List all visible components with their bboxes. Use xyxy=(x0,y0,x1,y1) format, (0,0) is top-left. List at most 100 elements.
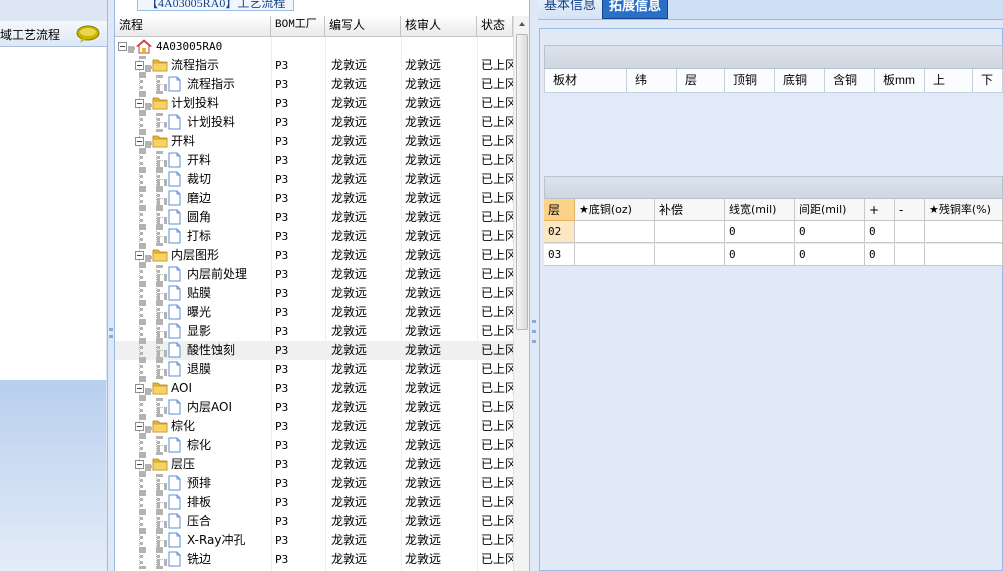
tree-row[interactable]: X-Ray冲孔 P3 龙敦远 龙敦远 已上冈 xyxy=(115,531,513,550)
tree-row[interactable]: 酸性蚀刻 P3 龙敦远 龙敦远 已上冈 xyxy=(115,341,513,360)
layer-table-row[interactable]: 03 0 0 0 xyxy=(544,244,1003,266)
material-column-header[interactable]: 上 xyxy=(925,69,973,92)
layer-table-cell[interactable] xyxy=(575,221,655,243)
tree-node[interactable]: 退膜 xyxy=(115,360,269,379)
tree-row[interactable]: 内层AOI P3 龙敦远 龙敦远 已上冈 xyxy=(115,398,513,417)
tree-node[interactable]: 开料 xyxy=(115,132,269,151)
collapse-toggle-icon[interactable] xyxy=(135,384,144,393)
layer-table-cell[interactable] xyxy=(925,221,1003,243)
layer-table-cell[interactable]: 0 xyxy=(795,244,865,266)
tree-vertical-scrollbar[interactable] xyxy=(513,16,529,571)
layer-table-cell[interactable] xyxy=(895,221,925,243)
tab-extended-info[interactable]: 拓展信息 xyxy=(602,0,669,19)
tree-node[interactable]: 排板 xyxy=(115,493,269,512)
scroll-up-arrow-icon[interactable] xyxy=(516,18,528,30)
collapse-toggle-icon[interactable] xyxy=(135,251,144,260)
layer-table-cell[interactable]: 0 xyxy=(865,244,895,266)
tree-row[interactable]: 贴膜 P3 龙敦远 龙敦远 已上冈 xyxy=(115,284,513,303)
material-column-header[interactable]: 含铜 xyxy=(825,69,875,92)
column-header-writer[interactable]: 编写人 xyxy=(325,16,401,37)
collapse-toggle-icon[interactable] xyxy=(135,99,144,108)
layer-table-cell[interactable] xyxy=(895,244,925,266)
material-column-header[interactable]: 纬 xyxy=(627,69,677,92)
layer-table-cell[interactable] xyxy=(655,221,725,243)
tree-row[interactable]: 压合 P3 龙敦远 龙敦远 已上冈 xyxy=(115,512,513,531)
tree-node[interactable]: 4A03005RA0 xyxy=(115,37,269,56)
tree-row[interactable]: 预排 P3 龙敦远 龙敦远 已上冈 xyxy=(115,474,513,493)
layer-table-cell[interactable]: 0 xyxy=(865,221,895,243)
tree-node[interactable]: 圆角 xyxy=(115,208,269,227)
layer-table-cell[interactable]: 0 xyxy=(725,244,795,266)
tree-node[interactable]: 压合 xyxy=(115,512,269,531)
layer-column-header[interactable]: ★残铜率(%) xyxy=(925,199,1003,221)
layer-table-cell[interactable]: 03 xyxy=(544,244,575,266)
layer-table-cell[interactable] xyxy=(655,244,725,266)
tree-row[interactable]: 计划投料 P3 龙敦远 龙敦远 已上冈 xyxy=(115,94,513,113)
tree-row[interactable]: 棕化 P3 龙敦远 龙敦远 已上冈 xyxy=(115,436,513,455)
tree-row[interactable]: 裁切 P3 龙敦远 龙敦远 已上冈 xyxy=(115,170,513,189)
tree-row[interactable]: 排板 P3 龙敦远 龙敦远 已上冈 xyxy=(115,493,513,512)
tree-node[interactable]: 贴膜 xyxy=(115,284,269,303)
tree-node[interactable]: 铣边 xyxy=(115,550,269,569)
tree-row[interactable]: 开料 P3 龙敦远 龙敦远 已上冈 xyxy=(115,132,513,151)
column-header-bom[interactable]: BOM工厂 xyxy=(271,16,325,37)
tree-node[interactable]: 计划投料 xyxy=(115,113,269,132)
tree-node[interactable]: 内层前处理 xyxy=(115,265,269,284)
chat-bubble-icon[interactable] xyxy=(76,25,100,43)
right-splitter[interactable] xyxy=(531,0,538,571)
layer-column-header[interactable]: + xyxy=(865,199,895,221)
tree-node[interactable]: 计划投料 xyxy=(115,94,269,113)
material-column-header[interactable]: 层 xyxy=(677,69,725,92)
tree-node[interactable]: 预排 xyxy=(115,474,269,493)
layer-table-cell[interactable] xyxy=(925,244,1003,266)
collapse-toggle-icon[interactable] xyxy=(135,137,144,146)
material-column-header[interactable]: 板材 xyxy=(545,69,627,92)
layer-table-row[interactable]: 02 0 0 0 xyxy=(544,221,1003,243)
tree-node[interactable]: 流程指示 xyxy=(115,56,269,75)
tree-node[interactable]: 曝光 xyxy=(115,303,269,322)
tree-node[interactable]: AOI xyxy=(115,379,269,398)
collapse-toggle-icon[interactable] xyxy=(135,61,144,70)
tree-row[interactable]: 曝光 P3 龙敦远 龙敦远 已上冈 xyxy=(115,303,513,322)
layer-table-cell[interactable]: 0 xyxy=(795,221,865,243)
tree-row[interactable]: 退膜 P3 龙敦远 龙敦远 已上冈 xyxy=(115,360,513,379)
tree-node[interactable]: 裁切 xyxy=(115,170,269,189)
tree-node[interactable]: 层压 xyxy=(115,455,269,474)
layer-table-cell[interactable]: 02 xyxy=(544,221,575,243)
collapse-toggle-icon[interactable] xyxy=(135,460,144,469)
tab-basic-info[interactable]: 基本信息 xyxy=(538,0,604,19)
layer-table-cell[interactable] xyxy=(575,244,655,266)
tree-node[interactable]: X-Ray冲孔 xyxy=(115,531,269,550)
tree-row[interactable]: 内层前处理 P3 龙敦远 龙敦远 已上冈 xyxy=(115,265,513,284)
layer-column-header[interactable]: 线宽(mil) xyxy=(725,199,795,221)
layer-column-header[interactable]: 补偿 xyxy=(655,199,725,221)
layer-column-header[interactable]: - xyxy=(895,199,925,221)
layer-table-cell[interactable]: 0 xyxy=(725,221,795,243)
material-column-header[interactable]: 底铜 xyxy=(775,69,825,92)
left-panel-header[interactable]: 域工艺流程 xyxy=(0,21,107,47)
layer-column-header[interactable]: 间距(mil) xyxy=(795,199,865,221)
column-header-flow[interactable]: 流程 xyxy=(115,16,271,37)
tree-row[interactable]: 层压 P3 龙敦远 龙敦远 已上冈 xyxy=(115,455,513,474)
layer-column-header[interactable]: 层 xyxy=(544,199,575,221)
column-header-reviewer[interactable]: 核审人 xyxy=(401,16,477,37)
tree-node[interactable]: 内层图形 xyxy=(115,246,269,265)
material-column-header[interactable]: 下 xyxy=(973,69,1003,92)
tree-row[interactable]: 圆角 P3 龙敦远 龙敦远 已上冈 xyxy=(115,208,513,227)
tree-node[interactable]: 棕化 xyxy=(115,417,269,436)
tree-row[interactable]: 打标 P3 龙敦远 龙敦远 已上冈 xyxy=(115,227,513,246)
tree-row[interactable]: 计划投料 P3 龙敦远 龙敦远 已上冈 xyxy=(115,113,513,132)
tree-row[interactable]: 流程指示 P3 龙敦远 龙敦远 已上冈 xyxy=(115,56,513,75)
tree-node[interactable]: 磨边 xyxy=(115,189,269,208)
material-column-header[interactable]: 板mm xyxy=(875,69,925,92)
tree-node[interactable]: 流程指示 xyxy=(115,75,269,94)
collapse-toggle-icon[interactable] xyxy=(135,422,144,431)
tree-row[interactable]: 显影 P3 龙敦远 龙敦远 已上冈 xyxy=(115,322,513,341)
column-header-status[interactable]: 状态 xyxy=(477,16,513,37)
tree-row[interactable]: 流程指示 P3 龙敦远 龙敦远 已上冈 xyxy=(115,75,513,94)
tree-row[interactable]: 磨边 P3 龙敦远 龙敦远 已上冈 xyxy=(115,189,513,208)
tree-row[interactable]: 棕化 P3 龙敦远 龙敦远 已上冈 xyxy=(115,417,513,436)
layer-column-header[interactable]: ★底铜(oz) xyxy=(575,199,655,221)
tree-node[interactable]: 内层AOI xyxy=(115,398,269,417)
tree-row[interactable]: 4A03005RA0 xyxy=(115,37,513,56)
